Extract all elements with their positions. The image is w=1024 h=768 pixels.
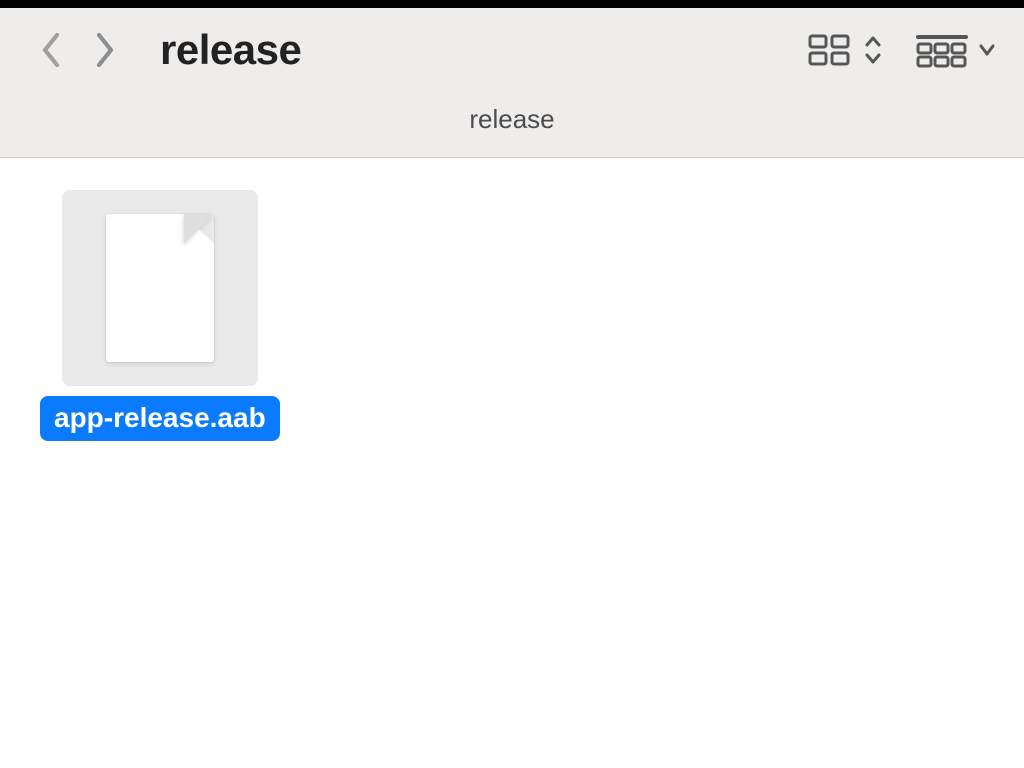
- window-top-border: [0, 0, 1024, 8]
- chevron-left-icon: [38, 30, 66, 70]
- grid-icon: [806, 30, 854, 70]
- folder-title: release: [160, 26, 301, 74]
- generic-file-icon: [106, 214, 214, 362]
- file-item[interactable]: app-release.aab: [40, 190, 280, 441]
- forward-button[interactable]: [80, 26, 128, 74]
- file-area[interactable]: app-release.aab: [0, 158, 1024, 732]
- chevron-right-icon: [90, 30, 118, 70]
- view-mode-button[interactable]: [806, 30, 882, 70]
- grouped-grid-icon: [916, 30, 968, 70]
- path-bar[interactable]: release: [0, 86, 1024, 158]
- up-down-chevron-icon: [864, 33, 882, 67]
- file-thumbnail: [62, 190, 258, 386]
- back-button[interactable]: [28, 26, 76, 74]
- chevron-down-icon: [978, 36, 996, 64]
- group-mode-button[interactable]: [916, 30, 996, 70]
- file-name-label: app-release.aab: [40, 396, 280, 441]
- toolbar: release: [0, 8, 1024, 86]
